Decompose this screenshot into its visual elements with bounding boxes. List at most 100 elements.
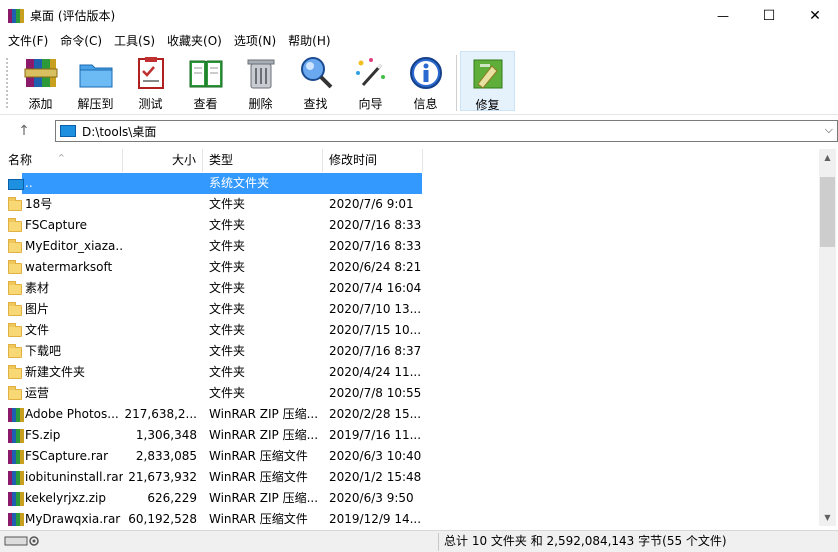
- archive-icon: [8, 407, 24, 422]
- file-type: WinRAR 压缩文件: [209, 449, 308, 463]
- winrar-app-icon[interactable]: [8, 8, 24, 24]
- archive-icon: [8, 449, 24, 464]
- file-size: [123, 173, 197, 194]
- file-size: 21,673,932: [128, 470, 197, 484]
- maximize-icon: ☐: [762, 7, 776, 24]
- folder-icon: [8, 302, 24, 317]
- file-row[interactable]: 运营 文件夹 2020/7/8 10:55: [2, 383, 818, 404]
- file-row[interactable]: 素材 文件夹 2020/7/4 16:04: [2, 278, 818, 299]
- file-type: WinRAR 压缩文件: [209, 512, 308, 526]
- repair-button[interactable]: 修复: [460, 51, 515, 112]
- column-modified[interactable]: 修改时间: [323, 149, 423, 172]
- column-type[interactable]: 类型: [203, 149, 323, 172]
- test-button[interactable]: 测试: [123, 51, 178, 111]
- file-row[interactable]: iobituninstall.rar 21,673,932 WinRAR 压缩文件 2…: [2, 467, 818, 488]
- menu-help[interactable]: 帮助(H): [282, 31, 336, 51]
- file-modified: [329, 173, 423, 194]
- delete-button[interactable]: 删除: [233, 51, 288, 111]
- file-row[interactable]: watermarksoft 文件夹 2020/6/24 8:21: [2, 257, 818, 278]
- add-button[interactable]: 添加: [13, 51, 68, 111]
- chevron-down-icon[interactable]: ⌵: [825, 123, 833, 137]
- scroll-thumb[interactable]: [820, 177, 835, 247]
- find-icon: [298, 55, 334, 91]
- file-row[interactable]: 图片 文件夹 2020/7/10 13...: [2, 299, 818, 320]
- file-row[interactable]: kekelyrjxz.zip 626,229 WinRAR ZIP 压缩... 202…: [2, 488, 818, 509]
- file-modified: 2020/7/4 16:04: [329, 281, 422, 295]
- column-name-label: 名称: [8, 153, 33, 167]
- find-button[interactable]: 查找: [288, 51, 343, 111]
- delete-icon: [243, 55, 279, 91]
- file-modified: 2020/7/16 8:33: [329, 239, 422, 253]
- file-type: 文件夹: [209, 260, 246, 274]
- menu-commands[interactable]: 命令(C): [54, 31, 108, 51]
- menu-tools[interactable]: 工具(S): [108, 31, 161, 51]
- wizard-button[interactable]: 向导: [343, 51, 398, 111]
- file-size: [123, 362, 197, 383]
- file-size: 1,306,348: [135, 428, 197, 442]
- close-button[interactable]: ✕: [792, 0, 838, 31]
- extract-to-button[interactable]: 解压到: [68, 51, 123, 111]
- file-size: [123, 278, 197, 299]
- file-name: Adobe Photos...: [25, 407, 119, 421]
- vertical-scrollbar[interactable]: ▲ ▼: [819, 149, 836, 526]
- maximize-button[interactable]: ☐: [746, 0, 792, 31]
- info-button[interactable]: 信息: [398, 51, 453, 111]
- file-row[interactable]: 文件 文件夹 2020/7/15 10...: [2, 320, 818, 341]
- menu-file[interactable]: 文件(F): [2, 31, 54, 51]
- file-name: 运营: [25, 386, 50, 400]
- file-row[interactable]: MyEditor_xiaza... 文件夹 2020/7/16 8:33: [2, 236, 818, 257]
- scroll-up-button[interactable]: ▲: [819, 149, 836, 166]
- test-icon: [133, 55, 169, 91]
- parent-folder-icon: [8, 176, 24, 191]
- file-name: iobituninstall.rar: [25, 470, 123, 484]
- file-row[interactable]: FSCapture.rar 2,833,085 WinRAR 压缩文件 2020/6/…: [2, 446, 818, 467]
- file-modified: 2020/1/2 15:48: [329, 470, 422, 484]
- scroll-down-button[interactable]: ▼: [819, 509, 836, 526]
- folder-icon: [8, 365, 24, 380]
- parent-folder-row[interactable]: .. 系统文件夹: [2, 173, 818, 194]
- file-size: [123, 299, 197, 320]
- column-size[interactable]: 大小: [123, 149, 203, 172]
- file-type: 文件夹: [209, 386, 246, 400]
- menu-options[interactable]: 选项(N): [228, 31, 282, 51]
- folder-icon: [8, 344, 24, 359]
- archive-icon: [8, 470, 24, 485]
- file-name: watermarksoft: [25, 260, 113, 274]
- folder-icon: [8, 218, 24, 233]
- scroll-down-icon: ▼: [824, 513, 831, 522]
- file-row[interactable]: 下载吧 文件夹 2020/7/16 8:37: [2, 341, 818, 362]
- extract-to-label: 解压到: [77, 97, 114, 111]
- file-modified: 2020/2/28 15...: [329, 407, 422, 421]
- file-type: 文件夹: [209, 365, 246, 379]
- file-name: 图片: [25, 302, 50, 316]
- file-modified: 2020/7/8 10:55: [329, 386, 422, 400]
- minimize-button[interactable]: —: [700, 0, 746, 31]
- key-drive-icon[interactable]: [4, 534, 44, 548]
- status-separator: [438, 533, 439, 551]
- file-row[interactable]: FSCapture 文件夹 2020/7/16 8:33: [2, 215, 818, 236]
- wizard-icon: [353, 55, 389, 91]
- file-modified: 2020/6/3 9:50: [329, 491, 414, 505]
- window-title: 桌面 (评估版本): [30, 9, 116, 23]
- file-type: 文件夹: [209, 302, 246, 316]
- file-row[interactable]: Adobe Photos... 217,638,2... WinRAR ZIP 压缩…: [2, 404, 818, 425]
- file-size: 626,229: [147, 491, 197, 505]
- file-type: 文件夹: [209, 281, 246, 295]
- up-level-button[interactable]: ↑: [14, 121, 34, 141]
- file-row[interactable]: 18号 文件夹 2020/7/6 9:01: [2, 194, 818, 215]
- file-row[interactable]: 新建文件夹 文件夹 2020/4/24 11...: [2, 362, 818, 383]
- file-row[interactable]: FS.zip 1,306,348 WinRAR ZIP 压缩... 2019/7/16…: [2, 425, 818, 446]
- view-button[interactable]: 查看: [178, 51, 233, 111]
- menu-bar: 文件(F) 命令(C) 工具(S) 收藏夹(O) 选项(N) 帮助(H): [0, 31, 838, 51]
- toolbar: 添加 解压到 测试 查看 删除 查找 向导 信息 修复: [0, 51, 838, 115]
- toolbar-grip[interactable]: [5, 57, 9, 109]
- status-summary: 总计 10 文件夹 和 2,592,084,143 字节(55 个文件): [444, 534, 727, 548]
- address-bar[interactable]: D:\tools\桌面 ⌵: [55, 120, 838, 142]
- file-list: 名称 ^ 大小 类型 修改时间 .. 系统文件夹 18号 文件夹 2020/7/6 9:…: [2, 149, 818, 526]
- wizard-label: 向导: [358, 97, 383, 111]
- file-row[interactable]: MyDrawqxia.rar 60,192,528 WinRAR 压缩文件 2019/…: [2, 509, 818, 526]
- column-name[interactable]: 名称 ^: [2, 149, 123, 172]
- file-name: ..: [25, 176, 33, 190]
- view-label: 查看: [193, 97, 218, 111]
- menu-favorites[interactable]: 收藏夹(O): [161, 31, 228, 51]
